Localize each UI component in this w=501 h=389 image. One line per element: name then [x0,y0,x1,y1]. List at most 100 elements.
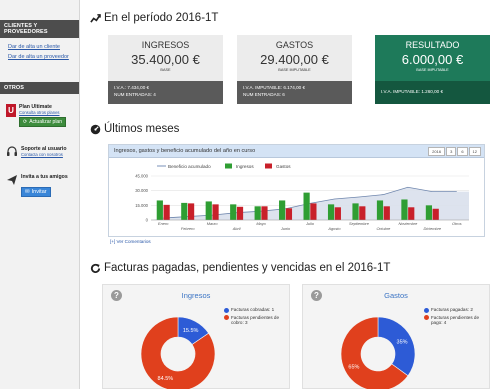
gastos-bar [432,208,439,220]
other-plans-link[interactable]: Consulta otros planes [19,110,66,115]
kpi-sub: BASE IMPUTABLE [416,68,449,72]
range-6-button[interactable]: 6 [457,147,468,156]
gastos-pie-chart: 35% 65% [340,316,416,389]
months-title: Últimos meses [104,123,180,135]
ingresos-bar [401,199,408,220]
pie-value-label: 35% [397,340,408,346]
add-client-link[interactable]: Dar de alta un cliente [0,42,79,52]
invite-button-label: Invitar [31,189,47,195]
gastos-bar [383,206,390,220]
chart-range-controls: 2016 3 6 12 [427,147,481,156]
monthly-bar-chart: 45.000 30.000 15.000 0 Beneficio acumulado In… [135,163,469,231]
kpi-sub: BASE [160,68,171,72]
gastos-bar [408,207,415,220]
x-tick-label: Junio [280,226,291,231]
y-tick-label: 15.000 [135,203,148,208]
y-tick-label: 45.000 [135,174,148,179]
monthly-chart-panel: Ingresos, gastos y beneficio acumulado d… [108,144,485,237]
legend-item: Facturas pendientes de pago: 4 [431,314,480,326]
paper-plane-icon [7,175,17,185]
legend-swatch [225,163,232,169]
legend-label: Ingresos [236,164,254,169]
x-tick-label: Julio [305,221,315,226]
kpi-line: NUM ENTRADAS: 6 [243,92,285,97]
view-comments-link[interactable]: [+] Ver Comentarios [110,239,151,244]
kpi-title: RESULTADO [405,40,460,50]
kpi-gastos: GASTOS 29.400,00 € BASE IMPUTABLE I.V.A.… [237,35,352,104]
update-plan-button[interactable]: ⟳ Actualizar plan [19,117,66,127]
contact-link[interactable]: Contacta con nosotros [21,152,67,157]
refresh-circle-icon [90,263,101,273]
card-title: Gastos [384,291,408,300]
gastos-pie-card: ? Gastos 35% 65% Facturas pagadas: 2 Fact… [302,284,490,389]
gastos-bar [236,206,244,220]
period-heading: En el período 2016-1T [90,12,218,24]
legend-label: Beneficio acumulado [168,164,211,169]
x-tick-label: Otros [452,221,462,226]
legend-item: Facturas cobradas: 1 [231,307,275,312]
pending-heading: Facturas pagadas, pendientes y vencidas … [90,262,390,274]
legend-item: Facturas pagadas: 2 [431,307,473,312]
ingresos-bar [230,204,237,220]
main-content: En el período 2016-1T INGRESOS 35.400,00… [82,0,501,389]
ingresos-bar [279,200,286,220]
kpi-amount: 29.400,00 € [260,52,329,67]
sidebar: CLIENTES Y PROVEEDORES Dar de alta un cl… [0,0,80,389]
gastos-bar [187,203,195,220]
add-supplier-link[interactable]: Dar de alta un proveedor [0,52,79,62]
ingresos-bar [303,192,310,220]
x-tick-label: Mayo [256,221,266,226]
speedometer-icon [90,124,101,134]
x-tick-label: Septiembre [349,221,370,226]
kpi-amount: 35.400,00 € [131,52,200,67]
ingresos-bar [376,200,384,220]
headset-icon [7,146,17,156]
invite-button[interactable]: ✉ Invitar [21,187,51,197]
kpi-line: I.V.A. IMPUTABLE: 1.260,00 € [381,89,444,94]
x-tick-label: Febrero [181,226,195,231]
ingresos-bar [156,200,163,220]
gastos-bar [334,207,341,220]
x-tick-label: Marzo [207,221,219,226]
ingresos-bar [254,206,261,220]
ingresos-pie-chart: 15.5% 84.5% [140,316,216,389]
x-tick-label: Noviembre [398,221,418,226]
legend-swatch [265,163,272,169]
gastos-bar [163,204,170,220]
chart-header-title: Ingresos, gastos y beneficio acumulado d… [114,148,256,154]
kpi-title: INGRESOS [141,40,190,50]
legend-item: Facturas pendientes de cobro: 3 [231,314,280,326]
y-tick-label: 0 [146,218,149,223]
x-tick-label: Diciembre [424,226,442,231]
legend-label: Gastos [276,164,291,169]
pie-value-label: 84.5% [158,376,174,382]
x-tick-label: Enero [158,221,169,226]
refresh-icon: ⟳ [23,119,28,125]
ingresos-bar [181,202,188,220]
ingresos-pie-card: ? Ingresos 15.5% 84.5% Facturas cobradas:… [102,284,290,389]
kpi-resultado: RESULTADO 6.000,00 € BASE IMPUTABLE I.V.… [375,35,490,104]
x-tick-label: Agosto [327,226,341,231]
gastos-bar [285,208,293,220]
kpi-title: GASTOS [275,40,314,50]
ingresos-legend: Facturas cobradas: 1 Facturas pendientes… [224,307,284,328]
range-12-button[interactable]: 12 [468,147,481,156]
range-3-button[interactable]: 3 [446,147,457,156]
support-block: Soporte al usuario Contacta con nosotros [0,146,79,158]
kpi-amount: 6.000,00 € [401,52,464,67]
year-button[interactable]: 2016 [428,147,446,156]
kpi-sub: BASE IMPUTABLE [278,68,311,72]
card-title: Ingresos [181,291,211,300]
invite-block: Invita a tus amigos ✉ Invitar [0,174,79,198]
gastos-bar [212,204,219,220]
kpi-line: I.V.A. IMPUTABLE: 6.174,00 € [243,85,306,90]
months-heading: Últimos meses [90,123,179,135]
kpi-ingresos: INGRESOS 35.400,00 € BASE I.V.A.: 7.434,… [108,35,223,104]
kpi-line: NUM ENTRADAS: 4 [114,92,156,97]
x-tick-label: Octubre [376,226,391,231]
plan-block: U Plan Ultimate Consulta otros planes ⟳ … [0,104,79,127]
ingresos-bar [425,205,433,220]
x-tick-label: Abril [232,226,241,231]
kpi-line: I.V.A.: 7.434,00 € [114,85,150,90]
sidebar-section-clients: CLIENTES Y PROVEEDORES [0,20,79,38]
